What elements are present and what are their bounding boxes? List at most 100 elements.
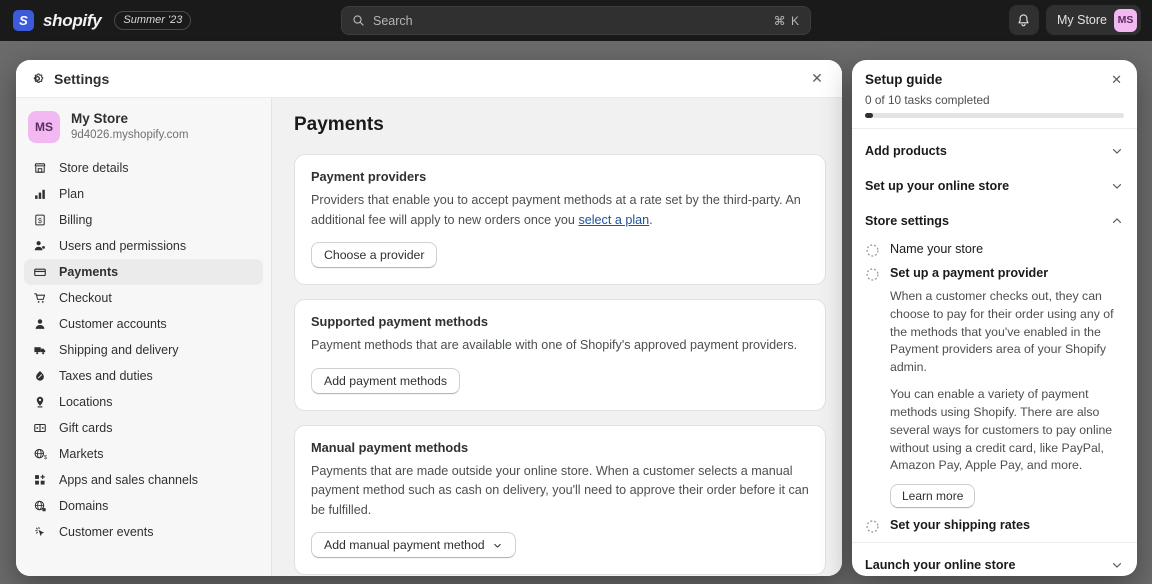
store-switcher-label: My Store: [1056, 13, 1107, 27]
setup-guide-progress-bar: [865, 113, 1124, 118]
sidebar-item-shipping-and-delivery[interactable]: Shipping and delivery: [24, 337, 263, 363]
avatar: MS: [28, 111, 60, 143]
settings-modal-body: MS My Store 9d4026.myshopify.com Store d…: [16, 98, 842, 576]
sidebar-item-plan[interactable]: Plan: [24, 181, 263, 207]
sidebar-item-apps-and-sales-channels[interactable]: Apps and sales channels: [24, 467, 263, 493]
button-label: Add manual payment method: [324, 538, 485, 553]
sidebar-item-label: Markets: [59, 447, 104, 461]
task-label: Set up a payment provider: [890, 266, 1049, 280]
section-header-store-settings[interactable]: Store settings: [865, 203, 1124, 238]
sidebar-store-name: My Store: [71, 111, 129, 127]
close-icon[interactable]: ✕: [804, 66, 830, 92]
chevron-down-icon: [1112, 148, 1122, 154]
dashed-circle-icon: [866, 244, 879, 257]
task-label: Set your shipping rates: [890, 518, 1030, 533]
shopify-logo-letter: S: [19, 13, 28, 28]
setup-task-name-your-store[interactable]: Name your store: [865, 238, 1124, 262]
settings-modal: Settings ✕ MS My Store 9d4026.myshopify.…: [16, 60, 842, 576]
sidebar-item-label: Customer events: [59, 525, 154, 539]
settings-title: Settings: [54, 70, 110, 87]
button-label: Learn more: [902, 489, 964, 504]
sidebar-item-customer-accounts[interactable]: Customer accounts: [24, 311, 263, 337]
learn-more-button[interactable]: Learn more: [890, 484, 976, 509]
store-switcher-button[interactable]: My Store MS: [1045, 5, 1141, 35]
section-label: Add products: [865, 143, 947, 158]
sidebar-item-label: Shipping and delivery: [59, 343, 179, 357]
sidebar-item-label: Domains: [59, 499, 109, 513]
chevron-up-icon: [1112, 217, 1122, 223]
sidebar-item-markets[interactable]: $ Markets: [24, 441, 263, 467]
search-shortcut: ⌘ K: [773, 13, 800, 28]
card-heading: Payment providers: [311, 169, 427, 184]
settings-sidebar: MS My Store 9d4026.myshopify.com Store d…: [16, 98, 272, 576]
chart-icon: [32, 186, 48, 202]
cart-icon: [32, 290, 48, 306]
sidebar-item-label: Billing: [59, 213, 93, 227]
location-pin-icon: [32, 394, 48, 410]
svg-text:$: $: [38, 218, 42, 225]
cursor-click-icon: [32, 524, 48, 540]
add-manual-payment-method-button[interactable]: Add manual payment method: [311, 532, 516, 559]
search-input[interactable]: Search ⌘ K: [341, 6, 811, 35]
sidebar-item-label: Gift cards: [59, 421, 113, 435]
setup-guide-title: Setup guide: [865, 72, 943, 87]
task-detail-paragraph-2: You can enable a variety of payment meth…: [890, 387, 1113, 473]
users-icon: [32, 238, 48, 254]
svg-text:$: $: [44, 455, 47, 461]
select-a-plan-link[interactable]: select a plan: [578, 213, 649, 227]
divider: [852, 542, 1137, 544]
setup-task-set-up-a-payment-provider[interactable]: Set up a payment provider: [865, 262, 1124, 286]
sidebar-item-taxes-and-duties[interactable]: Taxes and duties: [24, 363, 263, 389]
sidebar-item-label: Users and permissions: [59, 239, 187, 253]
person-icon: [32, 316, 48, 332]
truck-icon: [32, 342, 48, 358]
card-body: Providers that enable you to accept paym…: [311, 191, 809, 230]
sidebar-item-domains[interactable]: Domains: [24, 493, 263, 519]
shopify-logo-icon: S: [13, 10, 34, 31]
add-payment-methods-button[interactable]: Add payment methods: [311, 367, 461, 394]
top-bar-right: My Store MS: [1008, 5, 1141, 35]
tax-icon: [32, 368, 48, 384]
sidebar-item-locations[interactable]: Locations: [24, 389, 263, 415]
season-badge: Summer '23: [114, 11, 192, 30]
button-label: Choose a provider: [324, 248, 425, 263]
chevron-down-icon: [493, 543, 501, 548]
top-bar: S shopify Summer '23 Search ⌘ K My Store: [0, 0, 1152, 41]
setup-guide-section-add-products[interactable]: Add products: [852, 133, 1137, 168]
setup-guide-section-launch-your-online-store[interactable]: Launch your online store: [852, 547, 1137, 576]
button-label: Add payment methods: [324, 373, 448, 388]
setup-task-set-your-shipping-rates[interactable]: Set your shipping rates: [865, 514, 1124, 538]
task-detail-paragraph-1: When a customer checks out, they can cho…: [890, 289, 1114, 375]
sidebar-item-gift-cards[interactable]: Gift cards: [24, 415, 263, 441]
screen-root: S shopify Summer '23 Search ⌘ K My Store: [0, 0, 1152, 584]
sidebar-item-customer-events[interactable]: Customer events: [24, 519, 263, 545]
sidebar-item-payments[interactable]: Payments: [24, 259, 263, 285]
close-icon[interactable]: ✕: [1109, 72, 1124, 87]
setup-guide-section-set-up-your-online-store[interactable]: Set up your online store: [852, 168, 1137, 203]
task-label: Name your store: [890, 242, 984, 256]
sidebar-item-checkout[interactable]: Checkout: [24, 285, 263, 311]
sidebar-item-label: Store details: [59, 161, 129, 175]
card-body: Payment methods that are available with …: [311, 338, 798, 353]
chevron-down-icon: [1112, 183, 1122, 189]
shopify-brand[interactable]: S shopify Summer '23: [0, 10, 192, 31]
section-label: Launch your online store: [865, 557, 1016, 572]
notifications-button[interactable]: [1008, 5, 1039, 35]
setup-guide-header: Setup guide ✕ 0 of 10 tasks completed: [852, 60, 1137, 129]
sidebar-item-users-and-permissions[interactable]: Users and permissions: [24, 233, 263, 259]
settings-modal-header: Settings ✕: [16, 60, 842, 98]
billing-icon: $: [32, 212, 48, 228]
sidebar-item-label: Payments: [59, 265, 119, 279]
section-label: Set up your online store: [865, 178, 1010, 193]
sidebar-item-store-details[interactable]: Store details: [24, 155, 263, 181]
setup-guide-body: Add products Set up your online store St…: [852, 129, 1137, 576]
sidebar-store-header: MS My Store 9d4026.myshopify.com: [16, 106, 271, 155]
page-title: Payments: [294, 114, 384, 135]
choose-a-provider-button[interactable]: Choose a provider: [311, 242, 438, 269]
payments-icon: [32, 264, 48, 280]
sidebar-item-label: Plan: [59, 187, 85, 201]
card-body-text-2: .: [649, 212, 653, 227]
sidebar-item-billing[interactable]: $ Billing: [24, 207, 263, 233]
settings-nav-list: Store details Plan $ Billing Users and p…: [16, 155, 271, 545]
manual-payment-methods-card: Manual payment methods Payments that are…: [294, 424, 826, 576]
